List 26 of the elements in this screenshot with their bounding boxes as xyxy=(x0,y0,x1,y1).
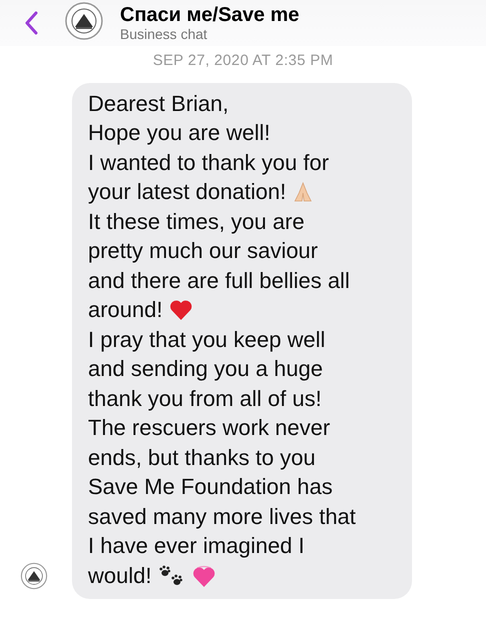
message-line: Hope you are well! xyxy=(88,120,270,146)
message-line: saved many more lives that xyxy=(88,504,356,530)
heart-icon xyxy=(168,299,193,322)
message-line: around! xyxy=(88,297,163,324)
avatar-icon xyxy=(20,562,48,590)
chat-title: Спаси ме/Save me xyxy=(120,4,300,26)
message-line: ends, but thanks to you xyxy=(88,444,316,471)
avatar-icon xyxy=(64,0,104,40)
back-icon[interactable] xyxy=(24,11,38,35)
message-line: would! xyxy=(88,562,152,589)
message-line: and there are full bellies all xyxy=(88,268,350,294)
heart-icon xyxy=(192,564,216,588)
message-line: and sending you a huge xyxy=(88,356,323,382)
chat-subtitle: Business chat xyxy=(120,26,208,42)
message-line: Dearest Brian, xyxy=(88,90,229,117)
message-line: I wanted to thank you for xyxy=(88,150,329,176)
message-line: It these times, you are xyxy=(88,208,304,235)
message-line: your latest donation! xyxy=(88,179,286,206)
message-line: The rescuers work never xyxy=(88,415,330,442)
message-line: I have ever imagined I xyxy=(88,533,304,560)
timestamp: SEP 27, 2020 AT 2:35 PM xyxy=(152,52,334,69)
praying-hands-icon xyxy=(292,181,314,204)
message-line: pretty much our saviour xyxy=(88,238,318,264)
message-line: thank you from all of us! xyxy=(88,386,322,412)
message-line: Save Me Foundation has xyxy=(88,474,333,500)
message-line: I pray that you keep well xyxy=(88,326,326,353)
